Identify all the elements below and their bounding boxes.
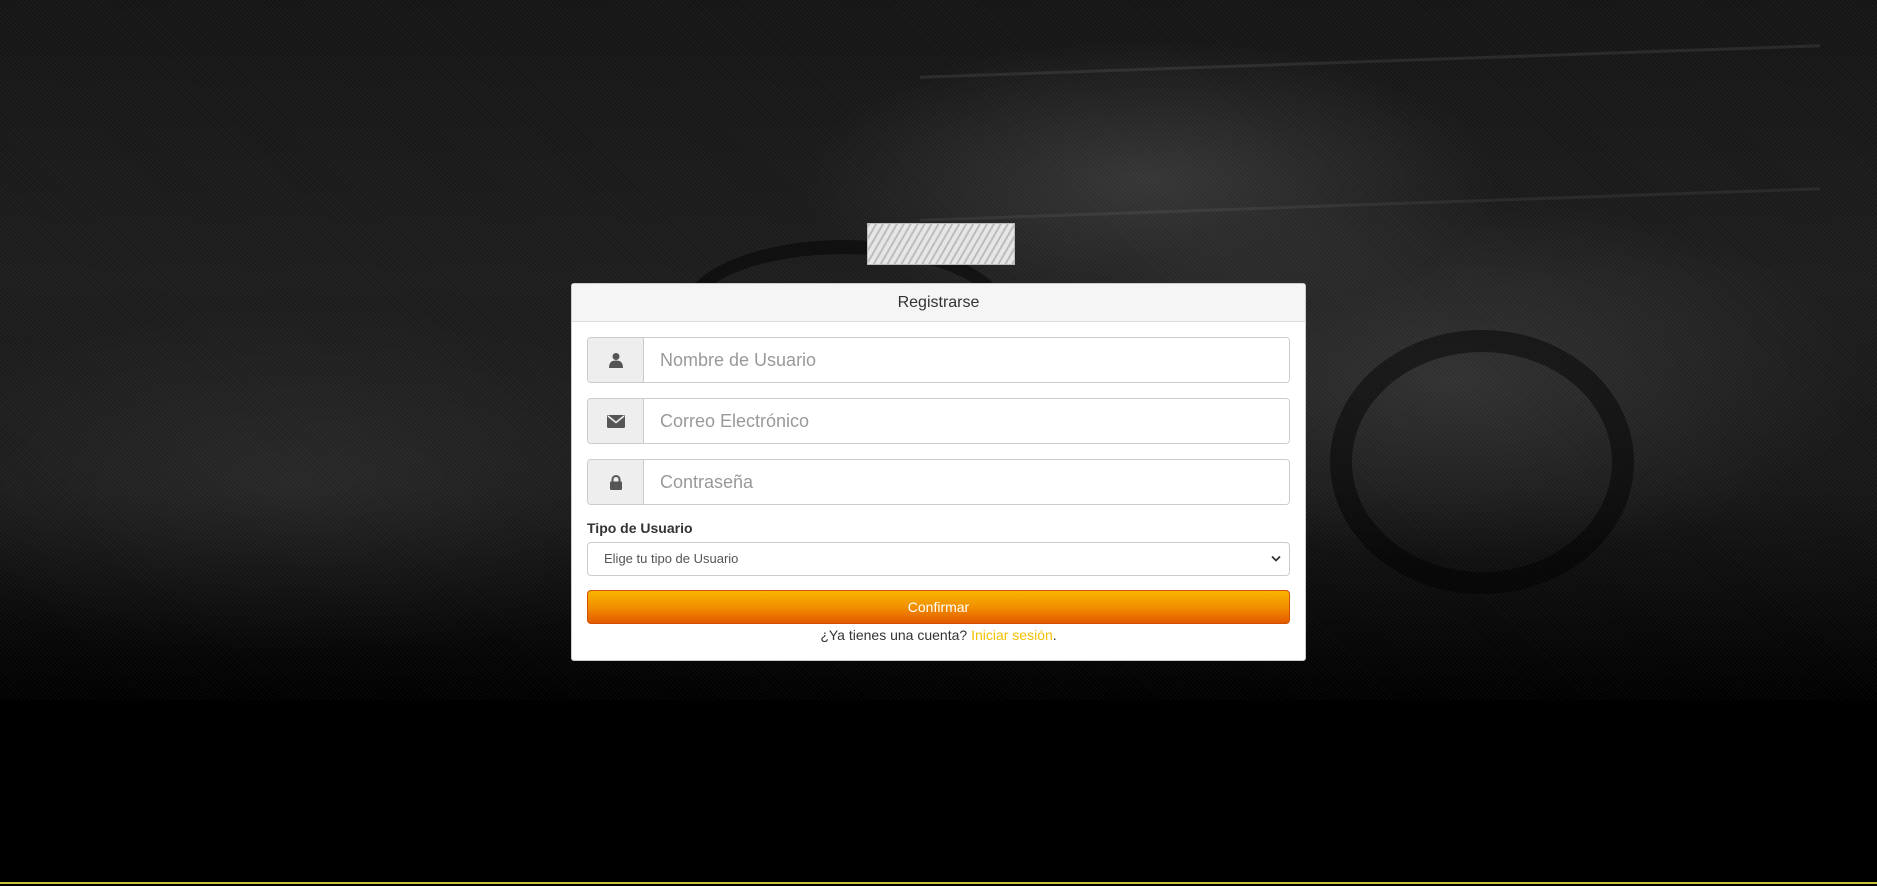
register-card: Registrarse Tipo de Usuario Elige tu tip…: [571, 283, 1306, 661]
chevron-down-icon: [1271, 543, 1281, 575]
login-question: ¿Ya tienes una cuenta?: [820, 627, 968, 643]
user-icon: [588, 338, 644, 382]
username-input[interactable]: [644, 338, 1289, 382]
bottom-border: [0, 882, 1877, 884]
confirm-button[interactable]: Confirmar: [587, 590, 1290, 624]
login-trailing: .: [1052, 627, 1057, 643]
login-link[interactable]: Iniciar sesión: [971, 627, 1053, 643]
user-type-selected: Elige tu tipo de Usuario: [604, 551, 739, 566]
logo: [867, 223, 1015, 265]
register-form: Tipo de Usuario Elige tu tipo de Usuario…: [572, 322, 1305, 658]
username-group: [587, 337, 1290, 383]
envelope-icon: [588, 399, 644, 443]
user-type-label: Tipo de Usuario: [587, 520, 693, 536]
email-input[interactable]: [644, 399, 1289, 443]
login-prompt: ¿Ya tienes una cuenta? Iniciar sesión.: [587, 627, 1290, 643]
background-bench: [920, 44, 1820, 222]
card-title: Registrarse: [572, 284, 1305, 322]
password-group: [587, 459, 1290, 505]
lock-icon: [588, 460, 644, 504]
email-group: [587, 398, 1290, 444]
password-input[interactable]: [644, 460, 1289, 504]
user-type-select[interactable]: Elige tu tipo de Usuario: [587, 542, 1290, 576]
background-shape: [1330, 330, 1634, 594]
